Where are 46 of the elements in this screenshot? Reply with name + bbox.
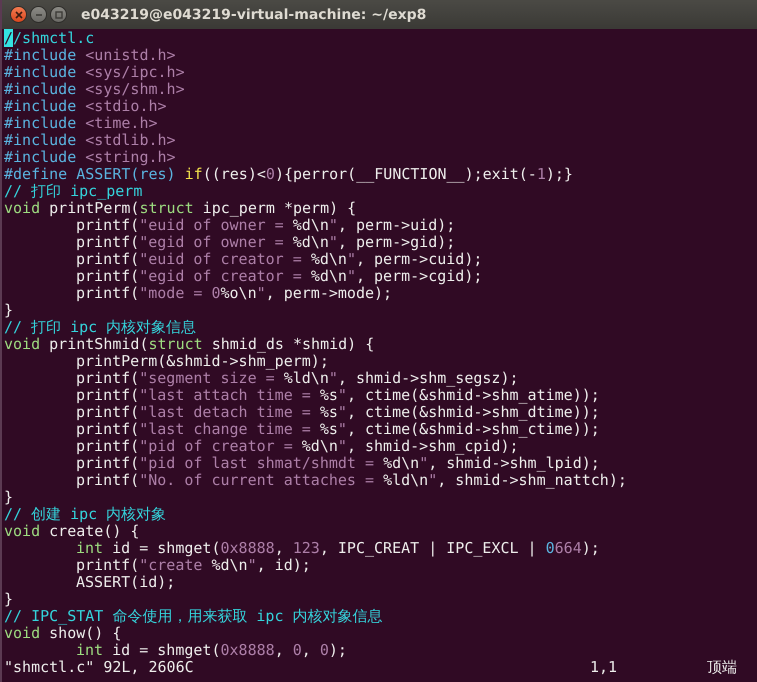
code-line: int id = shmget(0x8888, 0, 0); [75, 642, 347, 659]
code-line: #include <stdio.h> [4, 98, 167, 115]
code-line: } [4, 591, 14, 608]
code-line: printf("egid of creator = %d\n", perm->cgid); [75, 268, 482, 285]
minimize-button[interactable] [30, 6, 47, 23]
code-line: printf("egid of owner = %d\n", perm->gid); [75, 234, 456, 251]
code-line: printf("last detach time = %s", ctime(&shmid->shm_dtime)); [75, 404, 600, 421]
code-line: #include <unistd.h> [4, 47, 176, 64]
code-line: printf("last change time = %s", ctime(&shmid->shm_ctime)); [75, 421, 600, 438]
code-line: printf("mode = 0%o\n", perm->mode); [75, 285, 392, 302]
code-line: printPerm(&shmid->shm_perm); [76, 353, 329, 370]
code-line: printf("create %d\n", id); [75, 557, 311, 574]
code-line: void printPerm(struct ipc_perm *perm) { [4, 200, 356, 217]
code-line: printf("segment size = %ld\n", shmid->shm_segsz); [75, 370, 519, 387]
code-line: #include <time.h> [4, 115, 158, 132]
window-title: e043219@e043219-virtual-machine: ~/exp8 [81, 6, 426, 22]
cursor-position: 1,1 [590, 658, 618, 676]
code-line: // 打印 ipc 内核对象信息 [4, 319, 196, 336]
close-button[interactable] [10, 6, 27, 23]
code-line: // 打印 ipc_perm [4, 183, 142, 200]
code-line: #include <sys/ipc.h> [4, 64, 185, 81]
status-message: "shmctl.c" 92L, 2606C [4, 659, 194, 676]
code-line: #define ASSERT(res) if((res)<0){perror(__FUNCTION__);exit(-1);} [4, 166, 573, 183]
maximize-icon [54, 10, 62, 18]
scroll-position: 顶端 [707, 658, 737, 676]
code-line: printf("No. of current attaches = %ld\n", shmid->shm_nattch); [75, 472, 627, 489]
code-line: printf("pid of creator = %d\n", shmid->shm_cpid); [75, 438, 519, 455]
code-line: // 创建 ipc 内核对象 [4, 506, 166, 523]
code-line: #include <string.h> [4, 149, 176, 166]
code-line: ASSERT(id); [75, 574, 176, 591]
code-line: //shmctl.c [4, 30, 94, 47]
code-line: } [4, 302, 14, 319]
code-line: printf("euid of owner = %d\n", perm->uid); [76, 217, 456, 234]
code-line: } [4, 489, 14, 506]
code-line: #include <stdlib.h> [4, 132, 176, 149]
code-line: printf("euid of creator = %d\n", perm->cuid); [75, 251, 482, 268]
code-line: void show() { [4, 625, 122, 642]
code-line: void printShmid(struct shmid_ds *shmid) { [4, 336, 374, 353]
maximize-button[interactable] [50, 6, 67, 23]
close-icon [14, 10, 22, 18]
code-line: int id = shmget(0x8888, 123, IPC_CREAT | IPC_EXCL | 0664); [75, 540, 600, 557]
code-line: void create() { [4, 523, 140, 540]
code-line: printf("last attach time = %s", ctime(&shmid->shm_atime)); [75, 387, 600, 404]
code-line: printf("pid of last shmat/shmdt = %d\n", shmid->shm_lpid); [75, 455, 600, 472]
code-line: #include <sys/shm.h> [4, 81, 185, 98]
code-line: // IPC_STAT 命令使用，用来获取 ipc 内核对象信息 [4, 608, 383, 625]
